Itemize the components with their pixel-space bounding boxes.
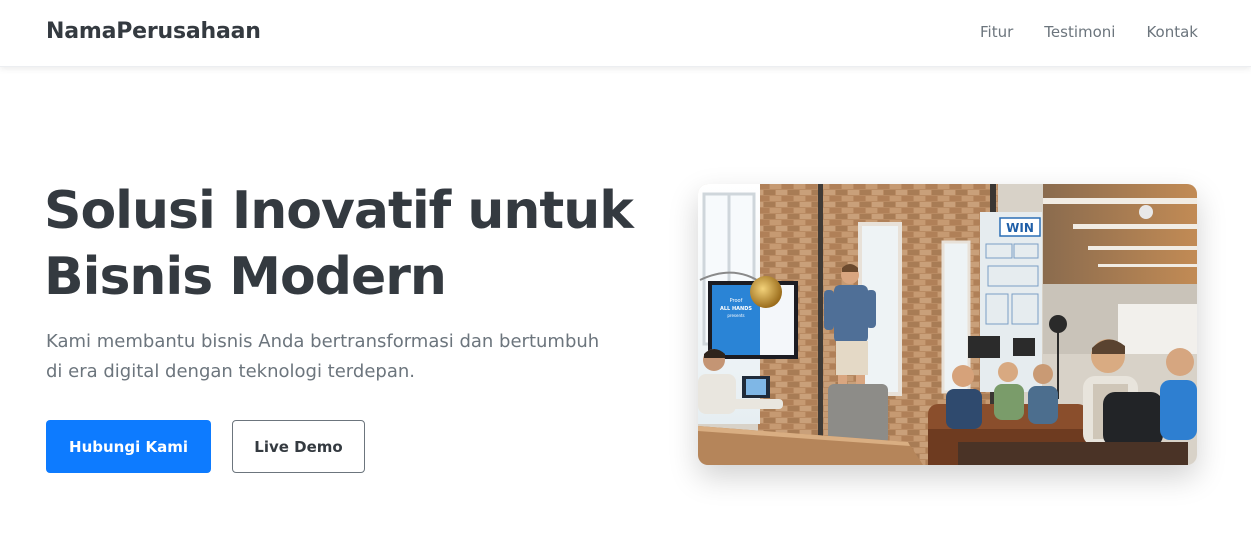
screen-text-1: Proof [730, 298, 743, 304]
hero-image: WIN Proof ALL HANDS presents [698, 184, 1197, 465]
hero-subtitle-line-2: di era digital dengan teknologi terdepan… [46, 361, 415, 382]
live-demo-button[interactable]: Live Demo [232, 420, 365, 473]
navbar: NamaPerusahaan Fitur Testimoni Kontak [0, 0, 1251, 67]
hero-title: Solusi Inovatif untuk Bisnis Modern [44, 178, 684, 310]
hero-subtitle-line-1: Kami membantu bisnis Anda bertransformas… [46, 331, 600, 352]
nav-link-kontak[interactable]: Kontak [1146, 23, 1198, 41]
nav-link-fitur[interactable]: Fitur [980, 23, 1013, 41]
nav-link-testimoni[interactable]: Testimoni [1044, 23, 1115, 41]
screen-text-2: ALL HANDS [720, 306, 752, 312]
hero-subtitle: Kami membantu bisnis Anda bertransformas… [46, 327, 666, 387]
brand-logo[interactable]: NamaPerusahaan [46, 19, 261, 44]
win-sign-text: WIN [1006, 221, 1034, 235]
nav-links: Fitur Testimoni Kontak [980, 23, 1198, 41]
hero-title-line-1: Solusi Inovatif untuk [44, 181, 634, 241]
screen-text-3: presents [727, 313, 744, 318]
hero-title-line-2: Bisnis Modern [44, 247, 447, 307]
contact-us-button[interactable]: Hubungi Kami [46, 420, 211, 473]
office-meeting-illustration: WIN Proof ALL HANDS presents [698, 184, 1197, 465]
